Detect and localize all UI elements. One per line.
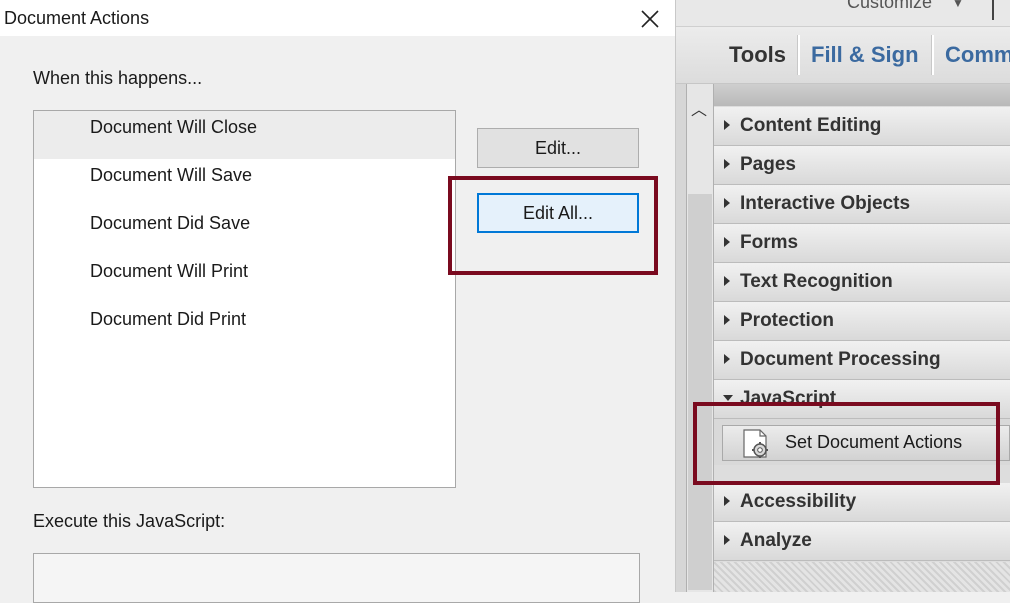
section-label: Pages [740,154,796,175]
list-item[interactable]: Document Will Print [34,255,455,303]
scrollbar[interactable]: ︿ [686,84,714,592]
event-label: Document Did Print [90,309,247,329]
section-protection[interactable]: Protection [714,302,1010,341]
customize-menu[interactable]: Customize [847,0,932,13]
triangle-down-icon [723,395,733,401]
highlight-box-set-document-actions [693,402,1000,485]
event-label: Document Will Close [90,117,258,137]
triangle-right-icon [724,120,730,130]
section-analyze[interactable]: Analyze [714,522,1010,561]
close-icon [641,10,659,28]
triangle-right-icon [724,535,730,545]
list-item[interactable]: Document Did Save [34,207,455,255]
tools-panel: Content Editing Pages Interactive Object… [714,84,1010,592]
list-item[interactable]: Document Did Print [34,303,455,351]
tab-comment[interactable]: Comm [945,42,1010,68]
when-this-happens-label: When this happens... [33,68,203,88]
triangle-right-icon [724,159,730,169]
section-label: Forms [740,232,799,253]
top-toolbar: Customize ▼ [676,0,1010,27]
dialog-title: Document Actions [4,8,150,28]
section-text-recognition[interactable]: Text Recognition [714,263,1010,302]
section-content-editing[interactable]: Content Editing [714,107,1010,146]
event-label: Document Will Print [90,261,249,281]
event-list[interactable]: Document Will Close Document Will Save D… [33,110,456,488]
event-label: Document Will Save [90,165,253,185]
scrollbar-thumb[interactable] [688,194,712,590]
triangle-right-icon [724,237,730,247]
panel-header [714,84,1010,106]
section-document-processing[interactable]: Document Processing [714,341,1010,380]
javascript-textarea[interactable] [33,553,640,603]
section-label: Text Recognition [740,271,893,292]
close-button[interactable] [637,6,663,32]
tab-tools[interactable]: Tools [729,42,786,68]
section-accessibility[interactable]: Accessibility [714,483,1010,522]
tab-divider [931,35,934,75]
section-forms[interactable]: Forms [714,224,1010,263]
section-label: Document Processing [740,349,941,370]
event-label: Document Did Save [90,213,251,233]
tab-divider [797,35,800,75]
toolbar-divider [992,0,994,20]
section-label: Interactive Objects [740,193,911,214]
triangle-right-icon [724,354,730,364]
list-item[interactable]: Document Will Close [34,111,455,159]
section-label: Accessibility [740,491,857,512]
dialog-titlebar: Document Actions [0,0,675,36]
tools-pane: Customize ▼ Tools Fill & Sign Comm ︿ Con… [676,0,1010,592]
triangle-right-icon [724,276,730,286]
triangle-right-icon [724,315,730,325]
list-item[interactable]: Document Will Save [34,159,455,207]
document-actions-dialog: Document Actions When this happens... Do… [0,0,676,603]
section-label: Content Editing [740,115,882,136]
section-pages[interactable]: Pages [714,146,1010,185]
section-label: Analyze [740,530,812,551]
panel-footer-hatch [714,562,1010,592]
execute-javascript-label: Execute this JavaScript: [33,511,226,531]
section-label: Protection [740,310,834,331]
triangle-right-icon [724,198,730,208]
triangle-right-icon [724,496,730,506]
edit-button[interactable]: Edit... [477,128,639,168]
tab-bar: Tools Fill & Sign Comm [676,27,1010,84]
section-interactive-objects[interactable]: Interactive Objects [714,185,1010,224]
tab-fill-sign[interactable]: Fill & Sign [811,42,919,68]
chevron-up-icon[interactable]: ︿ [691,96,707,120]
chevron-down-icon[interactable]: ▼ [952,0,964,10]
highlight-box-edit-all [448,176,658,275]
